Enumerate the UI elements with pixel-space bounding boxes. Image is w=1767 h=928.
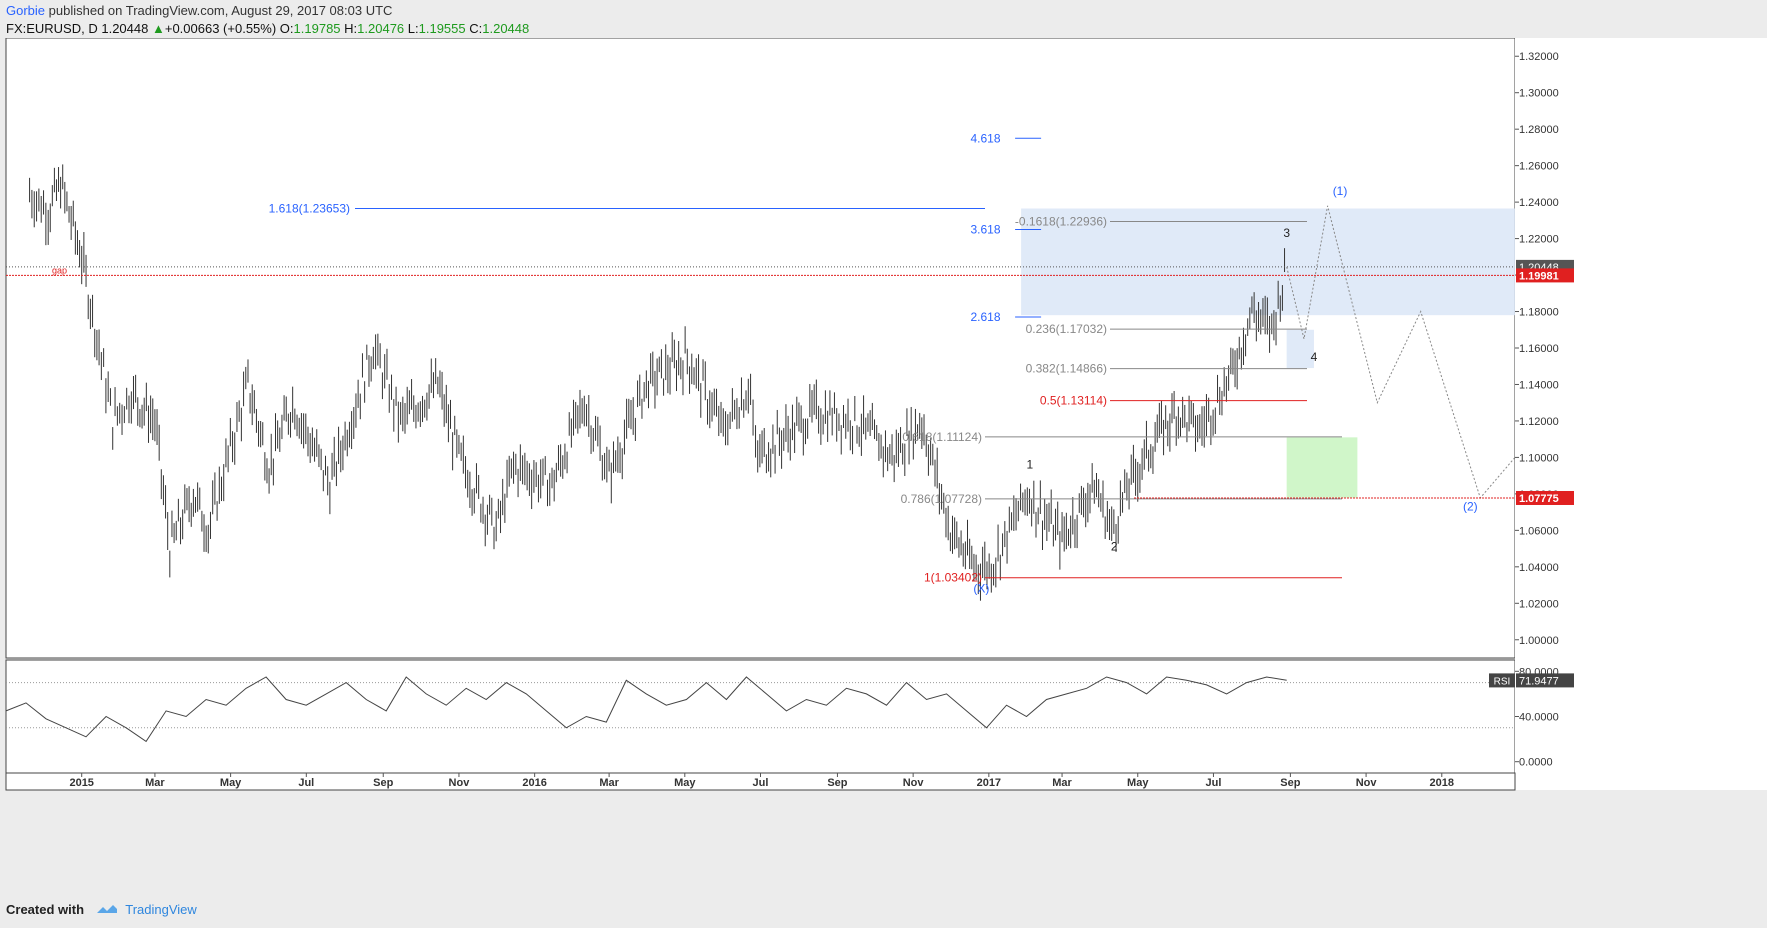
rsi-value: 71.9477 — [1519, 675, 1559, 687]
price-tick-label: 1.18000 — [1519, 307, 1559, 319]
fib-level-label: 4.618 — [970, 131, 1000, 145]
tradingview-logo-icon — [96, 905, 117, 913]
time-tick-label: Sep — [1280, 777, 1300, 789]
wave-label: (X) — [973, 581, 989, 595]
price-change: +0.00663 (+0.55%) — [164, 21, 277, 36]
low-label: L: — [407, 21, 419, 36]
publish-header: Gorbie published on TradingView.com, Aug… — [6, 3, 392, 18]
rsi-label: RSI — [1494, 676, 1511, 687]
time-tick-label: 2016 — [522, 777, 546, 789]
high-value: 1.20476 — [357, 21, 405, 36]
time-tick-label: Jul — [753, 777, 769, 789]
tradingview-brand[interactable]: TradingView — [125, 902, 197, 917]
price-tick-label: 1.02000 — [1519, 598, 1559, 610]
support-zone — [1286, 437, 1358, 498]
up-arrow-icon: ▲ — [151, 21, 165, 36]
symbol-header: FX:EURUSD, D 1.20448 ▲+0.00663 (+0.55%) … — [6, 21, 529, 36]
wave-label: 1 — [1026, 457, 1033, 471]
fib-level-label: 0.618(1.11124) — [902, 430, 982, 444]
symbol-label: FX:EURUSD, D — [6, 21, 98, 36]
open-value: 1.19785 — [293, 21, 341, 36]
rsi-tick-label: 0.0000 — [1519, 757, 1553, 769]
author-link[interactable]: Gorbie — [6, 3, 45, 18]
low-value: 1.19555 — [418, 21, 466, 36]
price-tick-label: 1.12000 — [1519, 416, 1559, 428]
time-tick-label: Sep — [373, 777, 393, 789]
wave-label: 2 — [1111, 539, 1118, 553]
price-tick-label: 1.04000 — [1519, 562, 1559, 574]
price-tick-label: 1.22000 — [1519, 234, 1559, 246]
close-label: C: — [469, 21, 483, 36]
price-tick-label: 1.24000 — [1519, 197, 1559, 209]
wave-label: 4 — [1311, 350, 1318, 364]
wave-label: 3 — [1283, 226, 1290, 240]
time-tick-label: 2015 — [69, 777, 93, 789]
time-tick-label: Sep — [827, 777, 847, 789]
time-tick-label: Mar — [145, 777, 165, 789]
fib-level-label: 1.618(1.23653) — [269, 201, 350, 215]
time-tick-label: 2017 — [977, 777, 1001, 789]
wave-label: (1) — [1333, 184, 1348, 198]
open-label: O: — [279, 21, 294, 36]
time-tick-label: May — [220, 777, 242, 789]
price-tick-label: 1.32000 — [1519, 51, 1559, 63]
rsi-tick-label: 40.0000 — [1519, 712, 1559, 724]
fib-level-label: 0.786(1.07728) — [901, 492, 982, 506]
price-tick-label: 1.14000 — [1519, 379, 1559, 391]
fib-level-label: -0.1618(1.22936) — [1015, 215, 1107, 229]
time-tick-label: 2018 — [1430, 777, 1454, 789]
published-text: published on TradingView.com, August 29,… — [48, 3, 393, 18]
created-with-text: Created with — [6, 902, 85, 917]
time-tick-label: Jul — [1205, 777, 1221, 789]
time-tick-label: Mar — [599, 777, 619, 789]
time-tick-label: Nov — [903, 777, 925, 789]
time-tick-label: Jul — [298, 777, 314, 789]
time-tick-label: Mar — [1052, 777, 1072, 789]
price-tick-label: 1.16000 — [1519, 343, 1559, 355]
time-tick-label: May — [674, 777, 696, 789]
price-tick-label: 1.06000 — [1519, 525, 1559, 537]
price-tick-label: 1.26000 — [1519, 161, 1559, 173]
gap-price-value: 1.19981 — [1519, 270, 1559, 282]
fib-level-label: 0.236(1.17032) — [1026, 322, 1107, 336]
time-tick-label: May — [1127, 777, 1149, 789]
time-tick-label: Nov — [1356, 777, 1378, 789]
wave-label: (2) — [1463, 499, 1478, 513]
fib-level-label: 0.5(1.13114) — [1040, 394, 1107, 408]
last-price: 1.20448 — [101, 21, 149, 36]
rsi-pane — [5, 659, 1516, 774]
footer: Created with TradingView — [6, 902, 197, 917]
high-label: H: — [344, 21, 358, 36]
time-tick-label: Nov — [449, 777, 471, 789]
price-tick-label: 1.30000 — [1519, 88, 1559, 100]
price-tick-label: 1.10000 — [1519, 452, 1559, 464]
support-price-value: 1.07775 — [1519, 493, 1559, 505]
price-tick-label: 1.28000 — [1519, 124, 1559, 136]
fib-level-label: 3.618 — [970, 222, 1000, 236]
fib-level-label: 2.618 — [970, 310, 1000, 324]
price-chart[interactable]: 1.32000 1.30000 1.28000 1.26000 1.24000 1.220… — [0, 38, 1767, 900]
price-tick-label: 1.00000 — [1519, 635, 1559, 647]
fib-level-label: 0.382(1.14866) — [1026, 362, 1107, 376]
gap-label: gap — [52, 265, 67, 275]
close-value: 1.20448 — [482, 21, 530, 36]
